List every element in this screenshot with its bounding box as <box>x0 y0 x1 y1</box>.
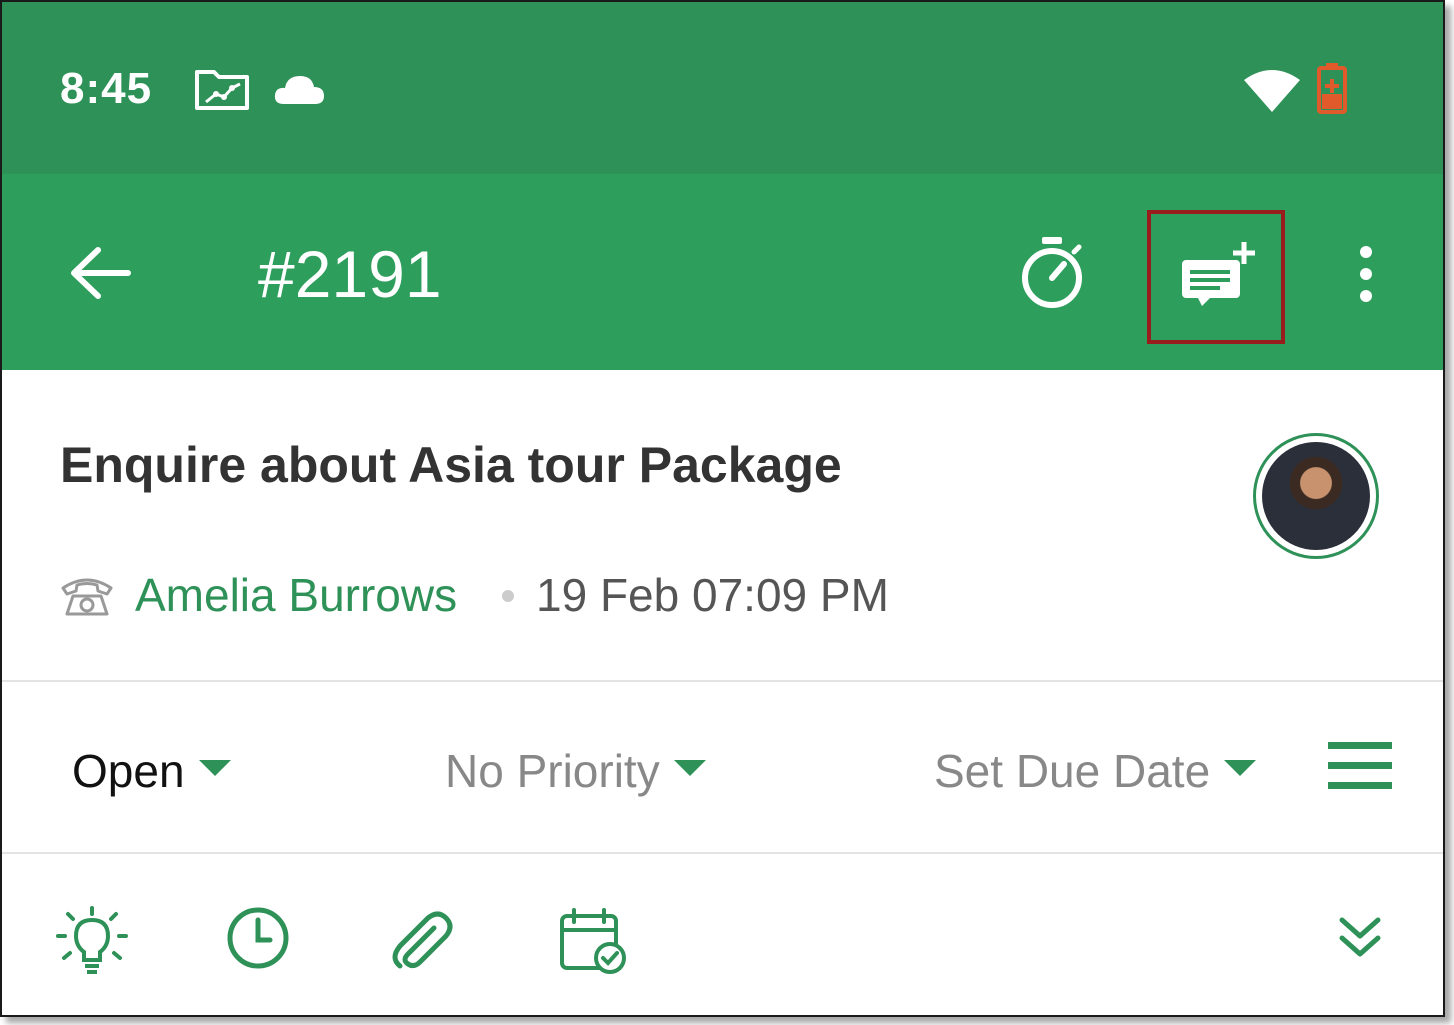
ticket-subject: Enquire about Asia tour Package <box>60 437 842 493</box>
wifi-icon <box>1244 70 1300 112</box>
priority-dropdown[interactable]: No Priority <box>445 744 706 798</box>
contact-name-link[interactable]: Amelia Burrows <box>135 568 457 622</box>
folder-chart-icon <box>195 70 249 110</box>
cloud-icon <box>274 76 324 104</box>
status-caret-icon <box>198 759 231 776</box>
due-date-dropdown[interactable]: Set Due Date <box>934 744 1257 798</box>
separator-dot <box>502 590 514 602</box>
clock-icon[interactable] <box>226 906 290 970</box>
avatar-photo <box>1262 442 1370 550</box>
ticket-id: #2191 <box>258 237 442 311</box>
priority-caret-icon <box>673 759 706 776</box>
calendar-check-icon[interactable] <box>558 906 628 974</box>
phone-icon <box>61 578 113 616</box>
lightbulb-icon[interactable] <box>54 906 130 978</box>
app-bar: #2191 <box>2 174 1443 370</box>
priority-value: No Priority <box>445 745 660 797</box>
contact-avatar[interactable] <box>1253 433 1379 559</box>
ticket-toolbar <box>2 854 1443 1015</box>
properties-menu-icon[interactable] <box>1328 742 1392 790</box>
created-date: 19 Feb 07:09 PM <box>536 569 889 621</box>
back-arrow-icon[interactable] <box>68 244 132 302</box>
app-screen: 8:45 #2191 Enquire about Asia tour Packa… <box>0 0 1445 1017</box>
paperclip-icon[interactable] <box>388 906 456 974</box>
status-dropdown[interactable]: Open <box>72 744 231 798</box>
status-bar: 8:45 <box>2 2 1443 174</box>
stopwatch-icon[interactable] <box>1018 234 1086 310</box>
more-vert-icon[interactable] <box>1354 244 1378 304</box>
due-date-caret-icon <box>1224 759 1257 776</box>
properties-row: Open No Priority Set Due Date <box>2 682 1443 852</box>
battery-icon <box>1317 63 1347 114</box>
due-date-value: Set Due Date <box>934 745 1211 797</box>
chevron-double-down-icon[interactable] <box>1336 914 1384 960</box>
status-time: 8:45 <box>60 64 153 113</box>
add-note-icon[interactable] <box>1180 236 1260 308</box>
status-value: Open <box>72 745 185 797</box>
